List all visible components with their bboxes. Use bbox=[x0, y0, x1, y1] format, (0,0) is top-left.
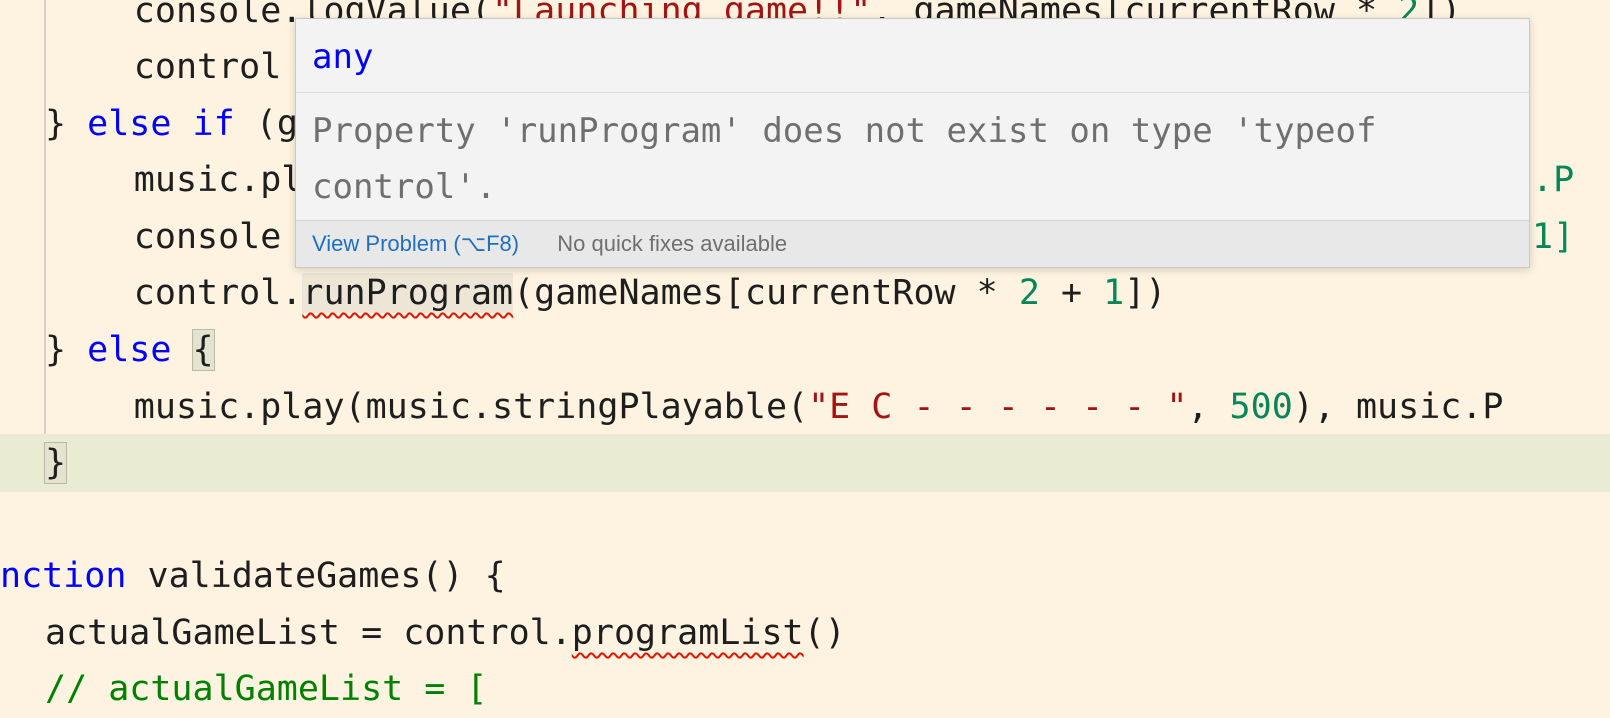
code-token: (g bbox=[234, 104, 298, 144]
code-token: console bbox=[133, 217, 282, 257]
code-line[interactable]: } bbox=[0, 434, 1610, 492]
hover-status-bar: View Problem (⌥F8) No quick fixes availa… bbox=[296, 220, 1529, 267]
code-token: else if bbox=[87, 104, 235, 144]
view-problem-link[interactable]: View Problem (⌥F8) bbox=[312, 231, 519, 256]
code-token: } bbox=[45, 330, 88, 370]
code-token: + bbox=[1039, 273, 1104, 313]
code-token: ), music.P bbox=[1292, 387, 1504, 427]
code-token: music.play(music.stringPlayable( bbox=[133, 387, 809, 427]
code-token: control. bbox=[133, 273, 303, 313]
code-token: , bbox=[1187, 387, 1230, 427]
code-token: validateGames() { bbox=[126, 556, 506, 596]
code-token: actualGameList = control. bbox=[45, 613, 572, 653]
error-token: runProgram bbox=[302, 273, 514, 313]
hover-error-message: Property 'runProgram' does not exist on … bbox=[312, 111, 1397, 207]
no-quick-fixes-label: No quick fixes available bbox=[557, 231, 788, 256]
code-line[interactable]: } else { bbox=[0, 321, 1610, 379]
code-line[interactable]: nction validateGames() { bbox=[0, 547, 1610, 605]
code-fragment: 1] bbox=[1532, 208, 1610, 266]
hover-type: any bbox=[296, 19, 1529, 93]
code-line[interactable]: control.runProgram(gameNames[currentRow … bbox=[0, 264, 1610, 322]
code-token: 500 bbox=[1229, 387, 1293, 427]
code-token: control bbox=[133, 47, 282, 87]
code-token: music.pl bbox=[133, 160, 303, 200]
code-line[interactable] bbox=[0, 491, 1610, 549]
code-line[interactable]: actualGameList = control.programList() bbox=[0, 604, 1610, 662]
code-token: () bbox=[803, 613, 846, 653]
code-token: .P bbox=[1532, 160, 1575, 200]
code-line[interactable]: music.play(music.stringPlayable("E C - -… bbox=[0, 378, 1610, 436]
code-token: 1] bbox=[1532, 217, 1575, 257]
code-token: else bbox=[87, 330, 172, 370]
hover-tooltip: any Property 'runProgram' does not exist… bbox=[295, 18, 1530, 268]
code-token: (gameNames[currentRow * bbox=[513, 273, 1019, 313]
matched-bracket: { bbox=[191, 329, 215, 371]
code-line[interactable]: // actualGameList = [ bbox=[0, 660, 1610, 718]
code-token: // actualGameList = [ bbox=[45, 669, 488, 709]
code-token: ]) bbox=[1124, 273, 1167, 313]
code-token: nction bbox=[0, 556, 127, 596]
code-token: } bbox=[45, 104, 88, 144]
code-fragment: .P bbox=[1532, 151, 1610, 209]
code-token: 1 bbox=[1103, 273, 1125, 313]
code-token: 2 bbox=[1018, 273, 1040, 313]
code-token: "E C - - - - - - " bbox=[808, 387, 1188, 427]
error-token: programList bbox=[571, 613, 804, 653]
matched-bracket: } bbox=[43, 442, 68, 484]
